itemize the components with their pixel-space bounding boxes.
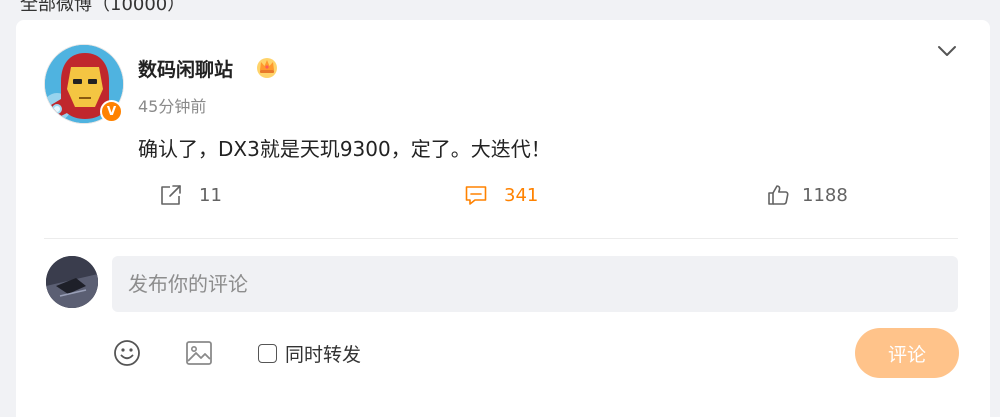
comment-input[interactable] xyxy=(112,256,958,312)
repost-checkbox[interactable] xyxy=(258,344,277,363)
repost-count: 11 xyxy=(199,184,222,206)
like-count: 1188 xyxy=(802,184,848,206)
comment-count: 341 xyxy=(504,184,539,206)
post-time[interactable]: 45分钟前 xyxy=(138,93,206,117)
all-posts-count-label: 全部微博（10000） xyxy=(20,0,186,15)
emoji-icon[interactable] xyxy=(112,338,142,368)
divider xyxy=(44,238,958,239)
crown-badge-icon[interactable] xyxy=(255,55,279,79)
comment-button[interactable]: 341 xyxy=(464,181,538,209)
top-partial-header: 全部微博（10000） xyxy=(0,0,1000,18)
repost-checkbox-label: 同时转发 xyxy=(285,344,362,366)
submit-comment-button[interactable]: 评论 xyxy=(855,328,959,378)
like-button[interactable]: 1188 xyxy=(766,181,848,209)
comment-icon xyxy=(465,186,487,205)
author-name[interactable]: 数码闲聊站 xyxy=(138,55,233,82)
repost-icon xyxy=(161,185,181,205)
post-card: V 数码闲聊站 45分钟前 确认了，DX3就是天玑9300，定了。大迭代！ 11… xyxy=(16,20,990,417)
current-user-avatar[interactable] xyxy=(46,256,98,308)
post-content: 确认了，DX3就是天玑9300，定了。大迭代！ xyxy=(138,137,551,161)
thumbs-up-icon xyxy=(768,185,789,205)
chevron-down-icon[interactable] xyxy=(936,40,958,62)
verified-v-icon: V xyxy=(100,100,123,123)
user-avatar-image xyxy=(46,256,98,308)
image-icon[interactable] xyxy=(184,338,214,368)
repost-button[interactable]: 11 xyxy=(159,181,222,209)
repost-checkbox-wrapper[interactable]: 同时转发 xyxy=(258,340,361,367)
